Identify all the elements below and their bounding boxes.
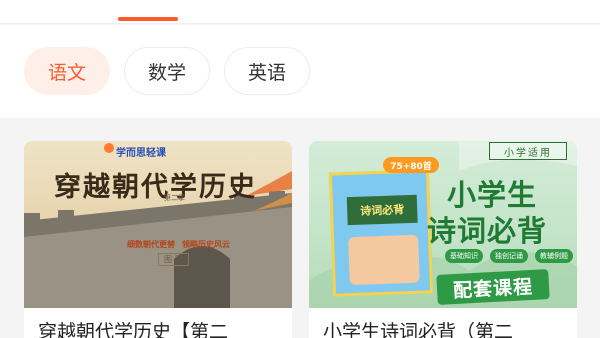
active-tab-indicator xyxy=(118,17,178,21)
course-title: 穿越朝代学历史【第二 xyxy=(38,321,229,338)
cover-banner: 配套课程 xyxy=(436,269,550,305)
course-cover-image: 学而思轻课 穿越朝代学历史 第二季 细数朝代更替 领略历史风云 图 屋 xyxy=(24,141,292,308)
course-card-poetry[interactable]: 小学适用 诗词必背 75+80首 小学生 诗词必背 基础知识 独创记诵 教辅例题… xyxy=(309,141,577,338)
course-title: 小学生诗词必背（第二 xyxy=(323,321,514,338)
cover-tag: 小学适用 xyxy=(489,142,567,160)
brand-logo-icon xyxy=(104,143,114,153)
course-cover-image: 小学适用 诗词必背 75+80首 小学生 诗词必背 基础知识 独创记诵 教辅例题… xyxy=(309,141,577,308)
book-title: 诗词必背 xyxy=(346,194,418,226)
cover-headline-2: 诗词必背 xyxy=(427,214,548,248)
subject-chip-chinese[interactable]: 语文 xyxy=(24,47,110,95)
cover-line-1: 细数朝代更替 xyxy=(127,239,175,249)
cover-badge: 75+80首 xyxy=(383,157,439,173)
cover-line-2: 领略历史风云 xyxy=(182,239,230,249)
cover-pill: 教辅例题 xyxy=(535,249,573,263)
cover-pill: 基础知识 xyxy=(445,249,483,263)
course-card-history[interactable]: 学而思轻课 穿越朝代学历史 第二季 细数朝代更替 领略历史风云 图 屋 穿越朝代… xyxy=(24,141,292,338)
cover-brand: 学而思轻课 xyxy=(116,148,166,159)
cover-pill: 独创记诵 xyxy=(490,249,528,263)
subject-filter-row: 语文 数学 英语 xyxy=(0,25,600,118)
cover-episode: 第二季 xyxy=(164,194,185,202)
subject-chip-math[interactable]: 数学 xyxy=(124,47,210,95)
book-children-illustration xyxy=(348,234,420,286)
cover-button: 图 屋 xyxy=(158,253,189,266)
book-illustration: 诗词必背 xyxy=(328,169,434,297)
cover-heading: 穿越朝代学历史 xyxy=(54,172,257,203)
top-tab-bar xyxy=(0,0,600,24)
subject-chip-english[interactable]: 英语 xyxy=(224,47,310,95)
